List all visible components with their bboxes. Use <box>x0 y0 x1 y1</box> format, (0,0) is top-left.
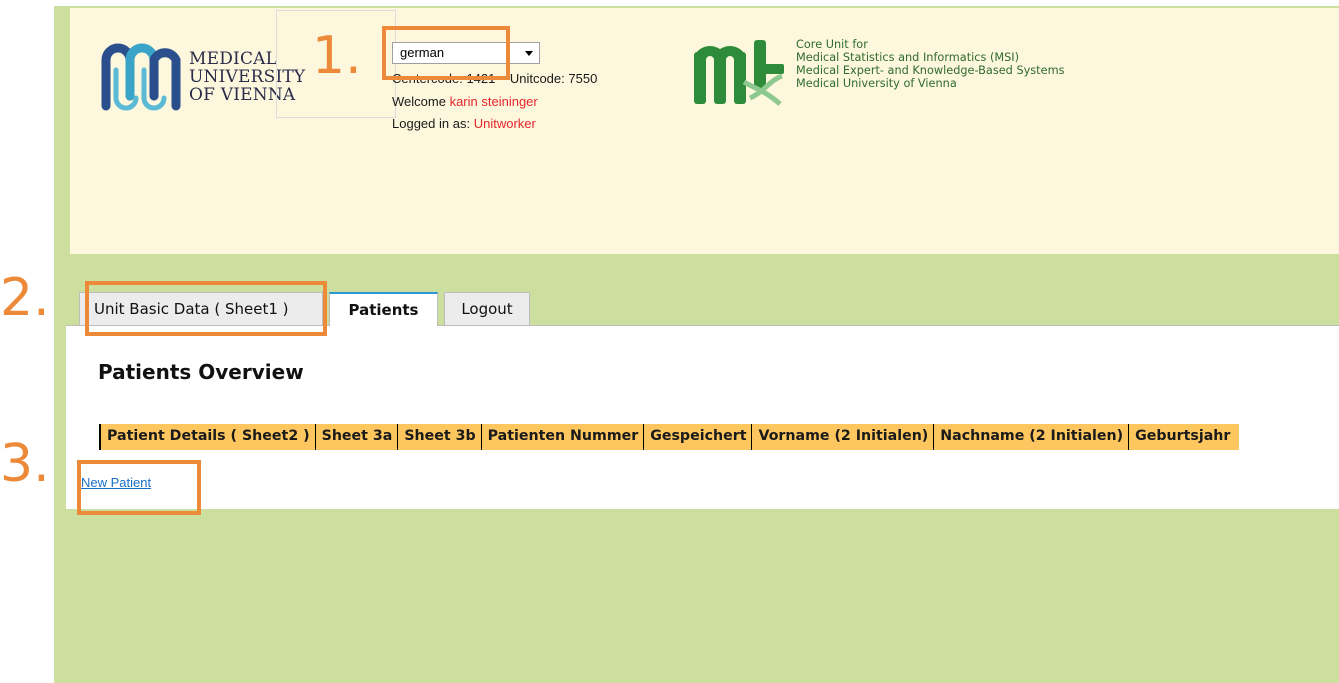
column-header-patienten-nummer[interactable]: Patienten Nummer <box>482 424 645 450</box>
column-header-geburtsjahr[interactable]: Geburtsjahr <box>1129 424 1239 450</box>
msi-line: Core Unit for <box>796 38 868 51</box>
welcome-label: Welcome <box>392 94 446 109</box>
msi-line: Medical University of Vienna <box>796 77 957 90</box>
tab-patients[interactable]: Patients <box>329 292 438 326</box>
column-header-vorname[interactable]: Vorname (2 Initialen) <box>752 424 935 450</box>
logged-in-role: Unitworker <box>473 116 536 131</box>
annotation-number-2: 2. <box>0 268 50 328</box>
column-header-patient-details[interactable]: Patient Details ( Sheet2 ) <box>101 424 316 450</box>
page-title: Patients Overview <box>98 360 304 384</box>
column-header-sheet-3b[interactable]: Sheet 3b <box>398 424 482 450</box>
muv-logo-icon <box>101 43 181 111</box>
column-header-nachname[interactable]: Nachname (2 Initialen) <box>934 424 1130 450</box>
logged-in-line: Logged in as: Unitworker <box>392 116 536 131</box>
tab-logout[interactable]: Logout <box>444 292 530 325</box>
welcome-user: karin steininger <box>449 94 538 109</box>
annotation-number-3: 3. <box>0 434 50 494</box>
column-header-sheet-3a[interactable]: Sheet 3a <box>316 424 399 450</box>
welcome-line: Welcome karin steininger <box>392 94 538 109</box>
msi-description: Core Unit for Medical Statistics and Inf… <box>796 38 1064 90</box>
annotation-box-language <box>382 26 510 80</box>
annotation-number-1: 1. <box>312 26 362 86</box>
content-panel <box>66 325 1339 509</box>
unitcode-value: 7550 <box>568 71 598 86</box>
patients-table-header: Patient Details ( Sheet2 ) Sheet 3a Shee… <box>99 424 1240 450</box>
unitcode-label: Unitcode: <box>509 71 565 86</box>
annotation-box-new-patient <box>77 460 201 515</box>
logged-in-label: Logged in as: <box>392 116 471 131</box>
msi-logo-icon <box>694 40 784 106</box>
column-header-gespeichert[interactable]: Gespeichert <box>644 424 753 450</box>
msi-line: Medical Statistics and Informatics (MSI) <box>796 51 1020 64</box>
chevron-down-icon[interactable] <box>525 51 533 56</box>
msi-line: Medical Expert- and Knowledge-Based Syst… <box>796 64 1065 77</box>
annotation-box-unit-tab <box>85 281 327 336</box>
